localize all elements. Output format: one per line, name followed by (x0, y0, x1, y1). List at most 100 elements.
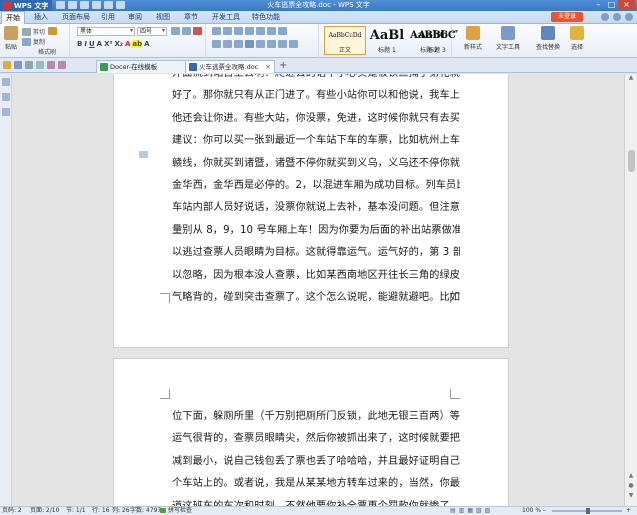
next-page-icon[interactable]: ▼ (625, 492, 637, 499)
font-size-select[interactable]: 四号 (137, 27, 167, 36)
outline-icon[interactable] (1, 93, 10, 101)
text-line[interactable]: 运气很背的，查票员眼睛尖，然后你被抓出来了，这时候就要把损失 (172, 428, 460, 450)
font-color-button[interactable]: A (125, 40, 130, 48)
login-button[interactable]: 未登录 (551, 12, 583, 22)
text-line[interactable]: 减到最小，说自己钱包丢了票也丢了哈哈哈，并且最好证明自己从某 (172, 451, 460, 473)
tab-section[interactable]: 章节 (180, 11, 202, 24)
status-spell-check[interactable]: 拼写检查 (160, 507, 192, 515)
text-line[interactable]: 赣线，你就买到诸暨，诸暨不停你就买到义乌，义乌还不停你就买到 (172, 153, 460, 175)
prev-page-icon[interactable]: ▲ (625, 472, 637, 479)
numbered-list-icon[interactable] (223, 27, 232, 35)
document-page-1[interactable]: 外面流到站台上去啊？爬进去的话不小心卖是被铁丝捕了第花就个好了。那你就只有从正门… (113, 74, 509, 348)
bold-button[interactable]: B (77, 40, 82, 48)
underline-button[interactable]: U (89, 40, 95, 48)
tab-developer[interactable]: 开发工具 (208, 11, 244, 24)
show-marks-icon[interactable] (278, 27, 287, 35)
text-line[interactable]: 金华西，金华西是必停的。2，以混进车厢为成功目标。列车员比火 (172, 175, 460, 197)
help-icon[interactable] (613, 13, 621, 21)
text-line[interactable]: 车站内部人员好说话，没票你就说上去补，基本没问题。但注意：尽 (172, 197, 460, 219)
tab-references[interactable]: 引用 (97, 11, 119, 24)
status-page-number[interactable]: 页码: 2 (2, 507, 22, 515)
format-painter-icon[interactable] (48, 27, 57, 35)
text-line[interactable]: 气略背的，碰到突击查票了。这个怎么说呢，能避就避吧。比如钻座 (172, 287, 460, 309)
shrink-font-icon[interactable] (182, 27, 191, 35)
format-painter-button[interactable]: 格式刷 (38, 47, 56, 56)
close-tab-icon[interactable]: × (265, 61, 271, 73)
tab-home[interactable]: 开始 (1, 11, 25, 25)
text-tools-button[interactable]: 文字工具 (493, 26, 523, 51)
styles-scroll-icon[interactable]: ▴▾ (452, 28, 458, 35)
thumbnail-icon[interactable] (1, 108, 10, 116)
text-line[interactable]: 位下面，躲厕所里（千万别把厕所门反锁，此地无银三百两）等等。 (172, 406, 460, 428)
increase-indent-icon[interactable] (245, 27, 254, 35)
minimize-button[interactable]: – (592, 0, 605, 10)
find-replace-button[interactable]: 查找替换 (533, 26, 563, 51)
save-small-icon[interactable] (14, 61, 22, 69)
chinese-layout-icon[interactable] (256, 27, 265, 35)
paste-button[interactable]: 粘贴 (3, 26, 19, 51)
text-line[interactable]: 量别从 8，9，10 号车厢上车！因为你要为后面的补出站票做准备。3， (172, 220, 460, 242)
shading-icon[interactable] (278, 40, 287, 48)
document-page-2[interactable]: 位下面，躲厕所里（千万别把厕所门反锁，此地无银三百两）等等。 运气很背的，查票员眼… (113, 358, 509, 506)
doc-tab-docer[interactable]: Docer-在线模板 (96, 60, 186, 73)
close-button[interactable]: × (618, 0, 635, 10)
page-2-text[interactable]: 位下面，躲厕所里（千万别把厕所门反锁，此地无银三百两）等等。 运气很背的，查票员眼… (172, 406, 460, 506)
superscript-button[interactable]: X² (104, 40, 112, 48)
print-small-icon[interactable] (25, 61, 33, 69)
align-left-icon[interactable] (212, 40, 221, 48)
text-line[interactable]: 个车站上的。或者说，我是从某某地方转车过来的，当然，你最好知 (172, 473, 460, 495)
sort-icon[interactable] (267, 27, 276, 35)
decrease-indent-icon[interactable] (234, 27, 243, 35)
zoom-slider-knob[interactable] (586, 508, 590, 514)
vertical-scrollbar[interactable]: ▲ ▲ ● ▼ (624, 74, 637, 506)
text-line[interactable]: 外面流到站台上去啊？爬进去的话不小心卖是被铁丝捕了第花就个 (172, 74, 460, 85)
text-line[interactable]: 好了。那你就只有从正门进了。有些小站你可以和他说，我车上去补， (172, 85, 460, 107)
new-tab-button[interactable]: + (279, 60, 287, 71)
tab-page-layout[interactable]: 页面布局 (58, 11, 94, 24)
skin-icon[interactable] (601, 13, 609, 21)
grow-font-icon[interactable] (171, 27, 180, 35)
tab-view[interactable]: 视图 (152, 11, 174, 24)
align-center-icon[interactable] (223, 40, 232, 48)
strikethrough-button[interactable]: A (97, 40, 102, 48)
tab-review[interactable]: 审阅 (124, 11, 146, 24)
zoom-out-icon[interactable]: – (543, 507, 546, 515)
subscript-button[interactable]: X₂ (115, 40, 123, 48)
char-border-button[interactable]: A (144, 40, 149, 48)
copy-button[interactable]: 复制 (22, 37, 45, 46)
select-button[interactable]: 选择 (568, 26, 586, 51)
font-name-select[interactable]: 黑体 (77, 27, 135, 36)
clear-format-icon[interactable] (193, 27, 202, 35)
redo-small-icon[interactable] (58, 61, 66, 69)
collapse-ribbon-icon[interactable] (625, 13, 633, 21)
maximize-button[interactable]: □ (605, 0, 618, 10)
text-line[interactable]: 以忽略，因为根本没人查票，比如某西南地区开往长三角的绿皮。运 (172, 265, 460, 287)
line-spacing-icon[interactable] (267, 40, 276, 48)
page-1-text[interactable]: 外面流到站台上去啊？爬进去的话不小心卖是被铁丝捕了第花就个好了。那你就只有从正门… (172, 74, 460, 309)
style-heading-1[interactable]: AaBl 标题 1 (366, 26, 408, 55)
tab-insert[interactable]: 插入 (30, 11, 52, 24)
zoom-slider[interactable] (552, 508, 622, 514)
open-folder-icon[interactable] (3, 61, 11, 69)
style-normal[interactable]: AaBbCcDd 正文 (324, 26, 366, 55)
text-line[interactable]: 以逃过查票人员眼睛为目标。这就得靠运气。运气好的，第 3 部分可 (172, 242, 460, 264)
scrollbar-thumb[interactable] (628, 150, 635, 172)
zoom-in-icon[interactable]: + (626, 507, 631, 515)
justify-icon[interactable] (245, 40, 254, 48)
document-workspace[interactable]: 外面流到站台上去啊？爬进去的话不小心卖是被铁丝捕了第花就个好了。那你就只有从正门… (12, 74, 624, 506)
navigation-icon[interactable] (1, 78, 10, 86)
bullet-list-icon[interactable] (212, 27, 221, 35)
scroll-up-icon[interactable]: ▲ (625, 74, 637, 81)
text-line[interactable]: 建议：你可以买一张到最近一个车站下车的车票，比如杭州上车坐浙 (172, 130, 460, 152)
undo-small-icon[interactable] (47, 61, 55, 69)
status-pages[interactable]: 页面: 2/10 (30, 507, 59, 515)
select-browse-icon[interactable]: ● (625, 482, 637, 489)
border-icon[interactable] (289, 40, 298, 48)
paragraph-mark-icon[interactable] (139, 151, 148, 158)
preview-small-icon[interactable] (36, 61, 44, 69)
new-style-button[interactable]: 新样式 (460, 26, 486, 51)
status-word-count[interactable]: 字数: 4797 (130, 507, 161, 515)
view-mode-icons[interactable]: ▤▥▦▧▨ (450, 507, 493, 515)
highlight-button[interactable]: ab (132, 40, 143, 48)
align-right-icon[interactable] (234, 40, 243, 48)
